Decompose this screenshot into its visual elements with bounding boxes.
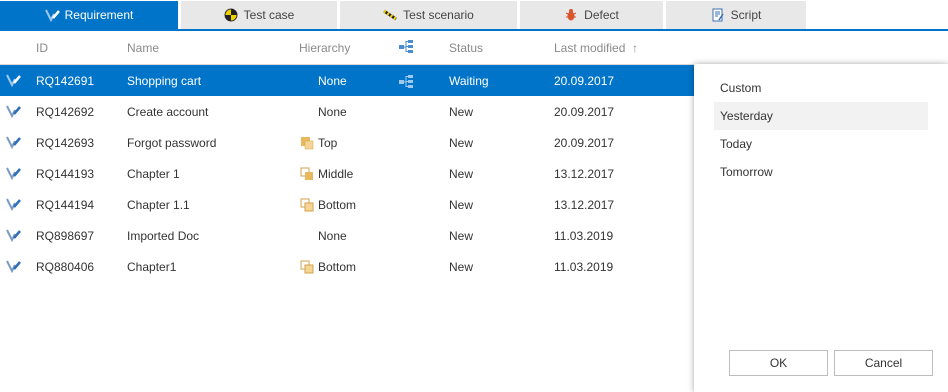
tab-label: Test case <box>243 8 295 22</box>
tab-label: Requirement <box>64 8 134 22</box>
requirement-icon <box>44 8 60 23</box>
cell-name: Imported Doc <box>127 229 200 243</box>
cell-id: RQ880406 <box>36 260 95 274</box>
test-case-icon <box>224 8 238 22</box>
cell-last-modified: 11.03.2019 <box>554 260 614 274</box>
requirement-icon <box>6 166 22 181</box>
requirement-icon <box>6 104 22 119</box>
cell-id: RQ144194 <box>36 198 95 212</box>
bug-icon <box>564 8 578 22</box>
table-header: ID Name Hierarchy Status Last modified ↑ <box>0 31 948 65</box>
cell-hierarchy: None <box>318 229 347 243</box>
column-header-name[interactable]: Name <box>127 41 159 55</box>
cell-status: New <box>449 136 474 150</box>
option-today[interactable]: Today <box>714 130 928 158</box>
requirement-icon <box>6 73 22 88</box>
tab-label: Test scenario <box>403 8 474 22</box>
column-header-last-modified[interactable]: Last modified <box>554 41 625 55</box>
cell-last-modified: 20.09.2017 <box>554 74 615 88</box>
cancel-button[interactable]: Cancel <box>834 350 933 376</box>
cell-status: New <box>449 229 474 243</box>
hierarchy-tree-icon[interactable] <box>398 39 414 58</box>
cell-hierarchy: Bottom <box>318 260 357 274</box>
cell-last-modified: 11.03.2019 <box>554 229 614 243</box>
cell-last-modified: 20.09.2017 <box>554 136 615 150</box>
cell-status: New <box>449 105 474 119</box>
script-icon <box>711 8 725 22</box>
cell-name: Chapter 1.1 <box>127 198 190 212</box>
cell-hierarchy: Middle <box>318 167 354 181</box>
option-tomorrow[interactable]: Tomorrow <box>714 158 928 186</box>
hierarchy-bottom-icon <box>300 198 314 212</box>
tab-script[interactable]: Script <box>666 1 806 29</box>
tab-requirement[interactable]: Requirement <box>0 1 178 29</box>
date-filter-dropdown: Custom Yesterday Today Tomorrow OK Cance… <box>694 64 948 392</box>
tab-test-scenario[interactable]: Test scenario <box>340 1 517 29</box>
tab-label: Defect <box>584 8 619 22</box>
tab-label: Script <box>730 8 762 22</box>
option-yesterday[interactable]: Yesterday <box>714 102 928 130</box>
requirement-icon <box>6 197 22 212</box>
requirement-icon <box>6 259 22 274</box>
cell-id: RQ142692 <box>36 105 95 119</box>
ok-button[interactable]: OK <box>729 350 828 376</box>
requirement-icon <box>6 135 22 150</box>
column-header-status[interactable]: Status <box>449 41 483 55</box>
cell-name: Chapter 1 <box>127 167 180 181</box>
cell-id: RQ142691 <box>36 74 95 88</box>
sort-ascending-icon[interactable]: ↑ <box>632 41 638 55</box>
cell-last-modified: 13.12.2017 <box>554 198 615 212</box>
column-header-id[interactable]: ID <box>36 41 48 55</box>
hierarchy-tree-icon <box>398 74 413 88</box>
cell-status: New <box>449 167 474 181</box>
cell-id: RQ142693 <box>36 136 95 150</box>
hierarchy-top-icon <box>300 136 314 150</box>
cell-status: New <box>449 260 474 274</box>
cell-name: Forgot password <box>127 136 217 150</box>
hierarchy-bottom-icon <box>300 260 314 274</box>
cell-hierarchy: Top <box>318 136 338 150</box>
hierarchy-middle-icon <box>300 167 314 181</box>
option-custom[interactable]: Custom <box>714 74 928 102</box>
tab-test-case[interactable]: Test case <box>181 1 337 29</box>
cell-name: Chapter1 <box>127 260 177 274</box>
cell-name: Shopping cart <box>127 74 202 88</box>
tab-bar: Requirement Test case Test scenario Defe… <box>0 0 948 30</box>
cell-id: RQ144193 <box>36 167 95 181</box>
cell-last-modified: 20.09.2017 <box>554 105 615 119</box>
cell-status: New <box>449 198 474 212</box>
tab-defect[interactable]: Defect <box>520 1 663 29</box>
cell-id: RQ898697 <box>36 229 95 243</box>
cell-hierarchy: None <box>318 105 347 119</box>
cell-hierarchy: None <box>318 74 347 88</box>
cell-last-modified: 13.12.2017 <box>554 167 615 181</box>
test-scenario-icon <box>383 8 397 22</box>
cell-status: Waiting <box>449 74 489 88</box>
cell-name: Create account <box>127 105 209 119</box>
requirement-icon <box>6 228 22 243</box>
column-header-hierarchy[interactable]: Hierarchy <box>299 41 350 55</box>
cell-hierarchy: Bottom <box>318 198 357 212</box>
